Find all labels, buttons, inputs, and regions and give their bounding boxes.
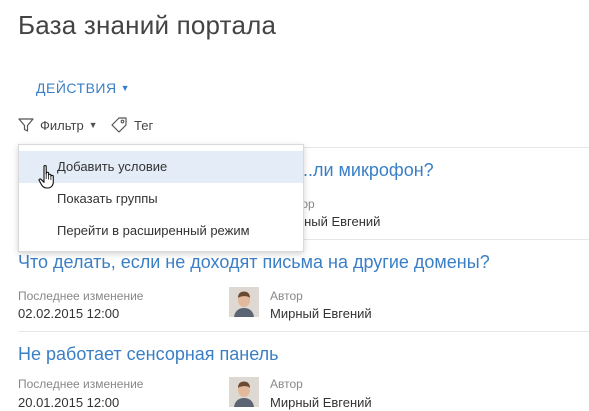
actions-label: ДЕЙСТВИЯ [36,80,117,96]
divider [18,331,589,332]
modified-date: 20.01.2015 12:00 [18,395,120,410]
page-title: База знаний портала [18,10,277,40]
article-title[interactable]: Не работает сенсорная панель [18,344,279,365]
chevron-down-icon: ▼ [120,83,131,93]
hand-cursor-icon [38,165,54,189]
filter-label: Фильтр [40,117,84,133]
tag-button[interactable]: Тег [110,117,153,133]
article-title[interactable]: Что делать, если не доходят письма на др… [18,252,490,273]
chevron-down-icon: ▼ [88,120,98,130]
menu-item-advanced-mode[interactable]: Перейти в расширенный режим [19,215,303,247]
author-name[interactable]: Мирный Евгений [270,395,372,410]
modified-date: 02.02.2015 12:00 [18,306,120,321]
modified-label: Последнее изменение [18,289,144,303]
author-label: Автор [270,289,303,303]
tag-label: Тег [134,117,154,133]
menu-item-show-groups[interactable]: Показать группы [19,183,303,215]
menu-item-add-condition[interactable]: Добавить условие [19,151,303,183]
tag-icon [111,117,127,133]
modified-label: Последнее изменение [18,377,144,391]
article-title[interactable]: ...ли микрофон? [298,160,434,181]
funnel-icon [18,118,34,132]
actions-button[interactable]: ДЕЙСТВИЯ ▼ [36,80,130,96]
avatar[interactable] [229,377,259,407]
filter-button[interactable]: Фильтр ▼ [18,117,98,133]
author-label: Автор [270,377,303,391]
author-name[interactable]: Мирный Евгений [270,306,372,321]
avatar[interactable] [229,287,259,317]
filter-dropdown-menu: Добавить условие Показать группы Перейти… [18,144,304,252]
